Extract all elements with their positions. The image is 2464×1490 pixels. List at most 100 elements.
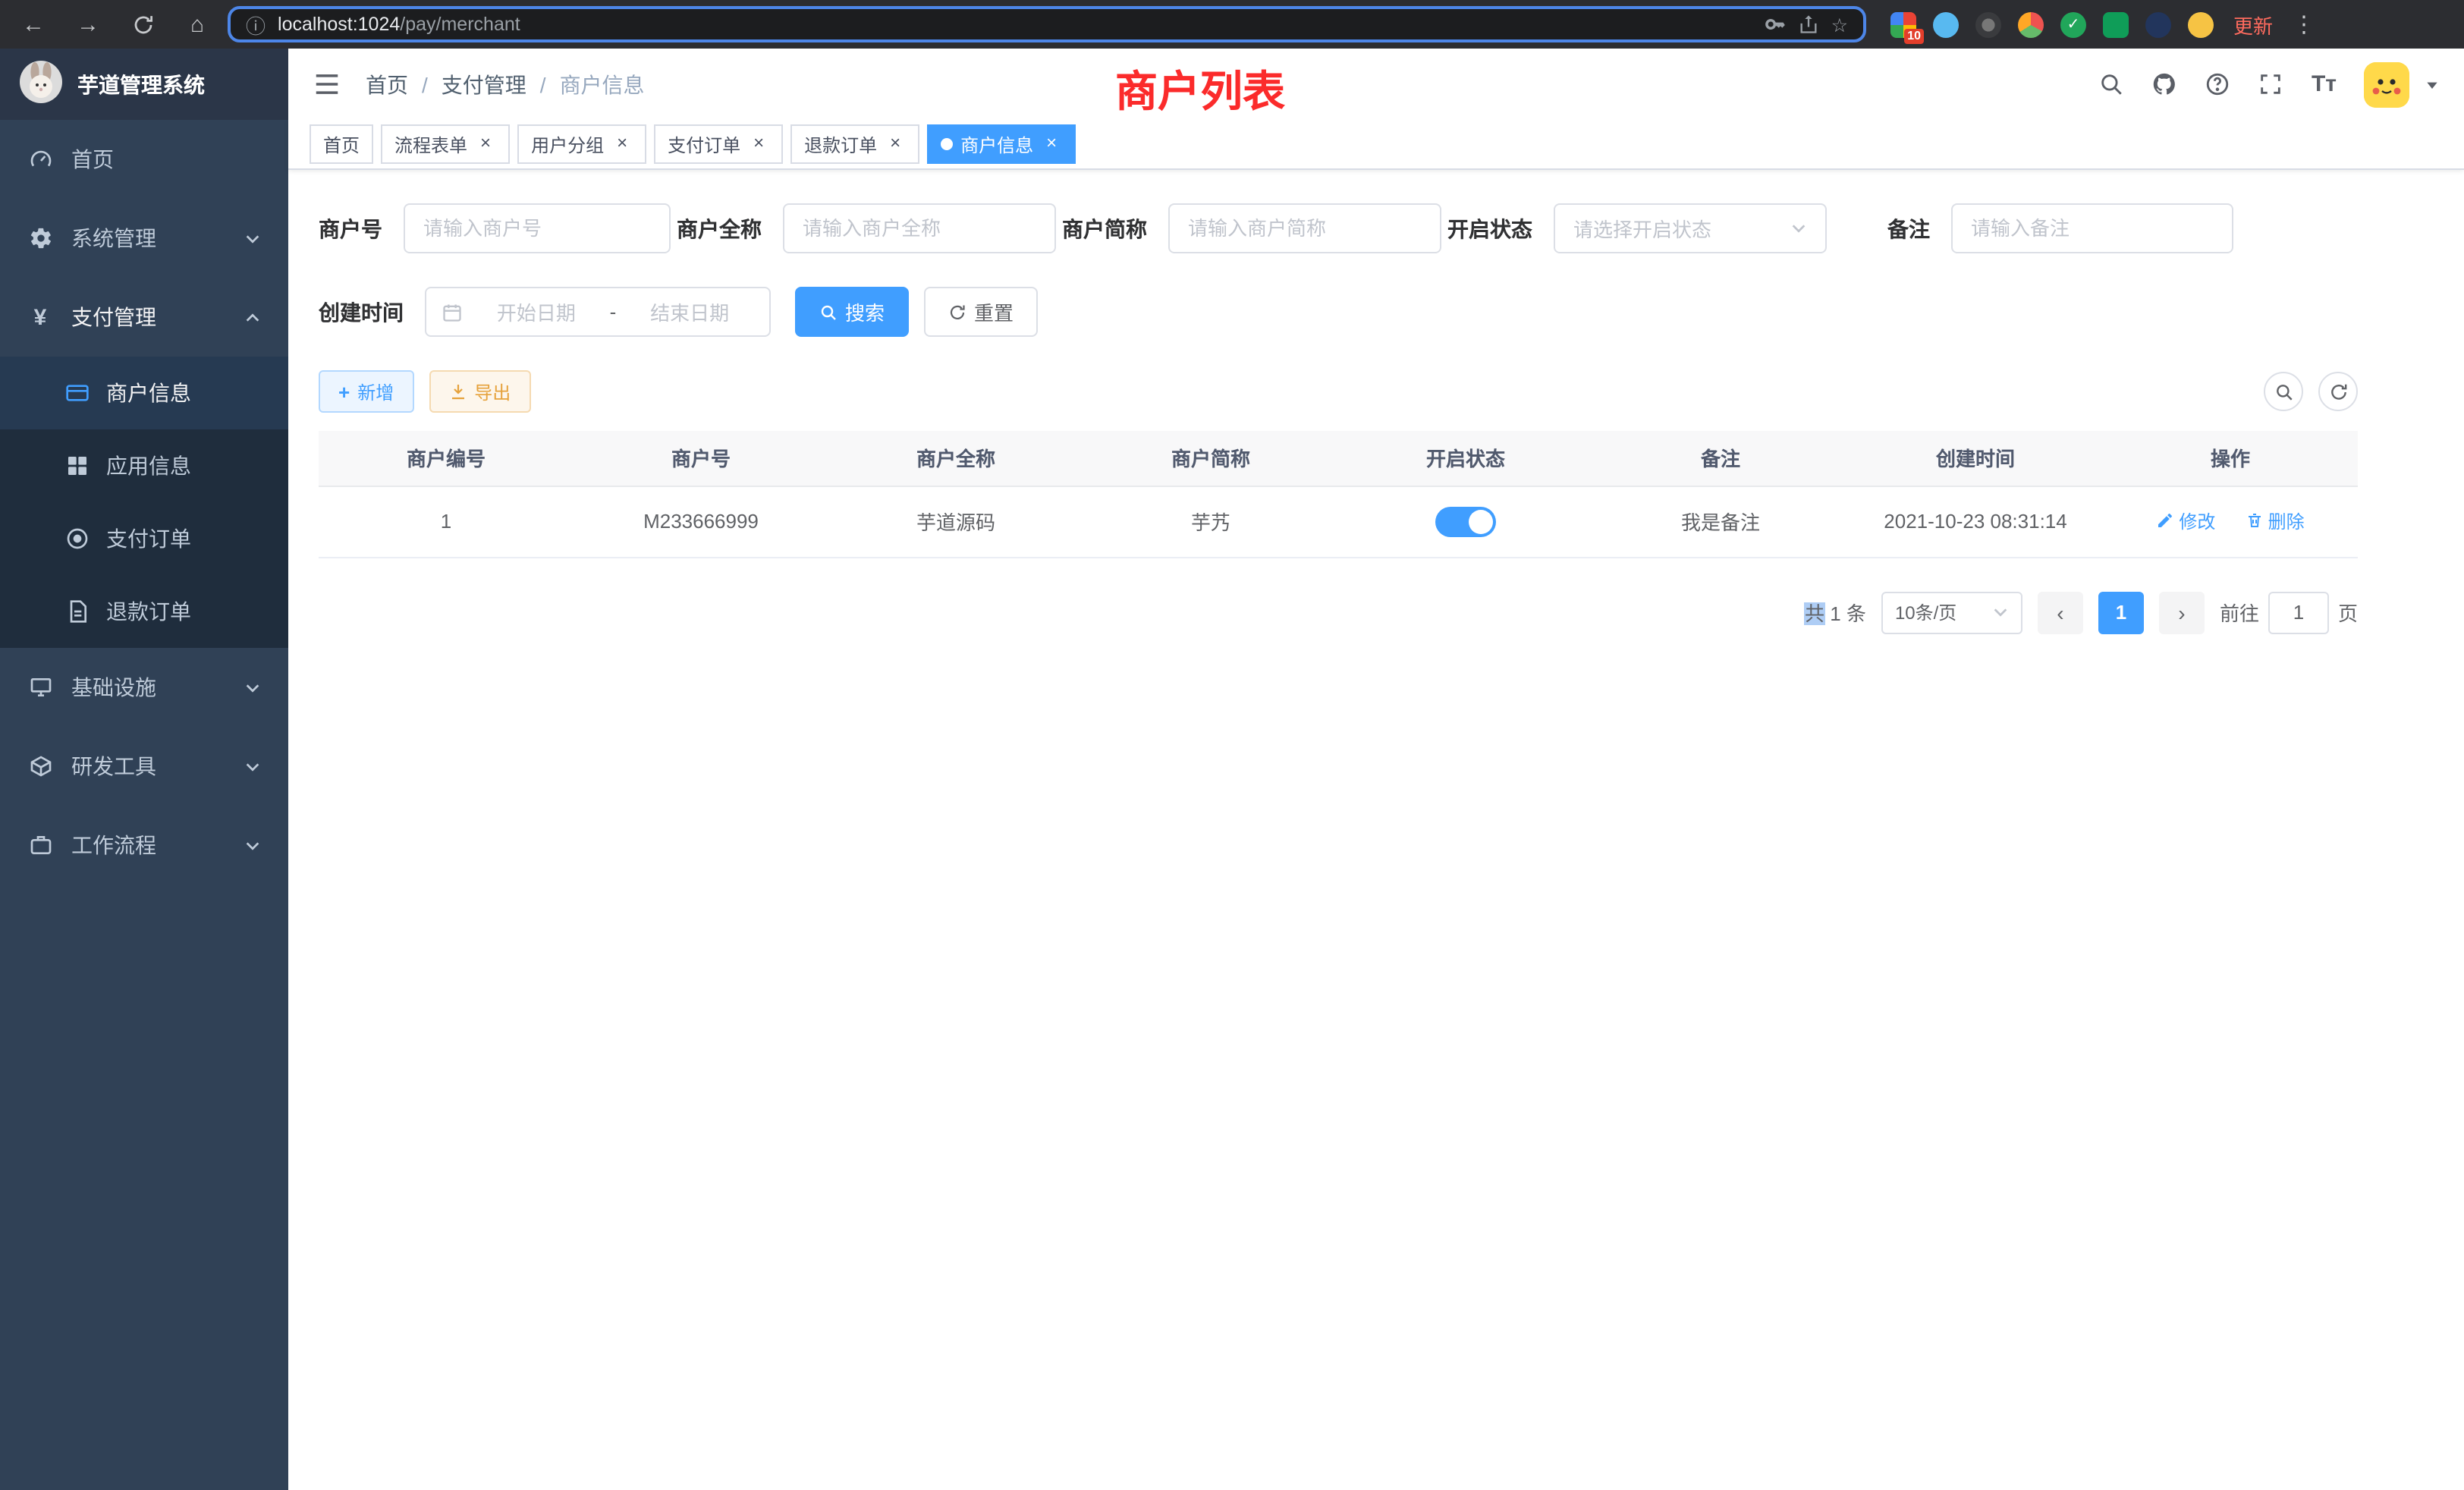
chevron-down-icon <box>1790 220 1807 237</box>
sidebar-item-app-info[interactable]: 应用信息 <box>0 429 288 502</box>
page-size-select[interactable]: 10条/页 <box>1881 591 2022 633</box>
sidebar-item-pay-order[interactable]: 支付订单 <box>0 502 288 575</box>
extension-icon[interactable] <box>2018 11 2044 37</box>
status-select-placeholder: 请选择开启状态 <box>1573 214 1711 243</box>
tab-pay-order[interactable]: 支付订单 × <box>654 124 783 164</box>
avatar-caret-icon[interactable] <box>2425 77 2440 92</box>
browser-update-button[interactable]: 更新 <box>2233 10 2273 39</box>
address-bar[interactable]: ⓘ localhost:1024/pay/merchant ☆ <box>228 6 1866 42</box>
extension-icon[interactable] <box>1975 11 2001 37</box>
edit-link[interactable]: 修改 <box>2156 508 2215 534</box>
tab-home[interactable]: 首页 <box>310 124 373 164</box>
short-name-input[interactable] <box>1188 217 1422 240</box>
goto-page-input[interactable] <box>2268 591 2329 633</box>
breadcrumb-item[interactable]: 首页 <box>366 69 408 99</box>
prev-page-button[interactable]: ‹ <box>2038 591 2083 633</box>
forward-icon[interactable]: → <box>73 9 103 39</box>
sidebar-item-workflow[interactable]: 工作流程 <box>0 806 288 885</box>
tab-merchant-info[interactable]: 商户信息 × <box>927 124 1076 164</box>
field-label: 创建时间 <box>319 297 404 327</box>
cell-short-name: 芋艿 <box>1083 486 1338 557</box>
full-name-input[interactable] <box>803 217 1036 240</box>
fullscreen-icon[interactable] <box>2258 71 2284 97</box>
extension-icon[interactable] <box>1933 11 1959 37</box>
url-host: localhost:1024 <box>278 14 400 35</box>
cell-full-name: 芋道源码 <box>828 486 1083 557</box>
next-page-button[interactable]: › <box>2159 591 2205 633</box>
status-select[interactable]: 请选择开启状态 <box>1554 203 1827 253</box>
filter-full-name: 商户全称 <box>677 203 1056 253</box>
font-size-icon[interactable]: Tт <box>2312 71 2337 97</box>
refresh-icon[interactable] <box>2318 372 2358 411</box>
sidebar-item-devtools[interactable]: 研发工具 <box>0 727 288 806</box>
date-range-picker[interactable]: 开始日期 - 结束日期 <box>425 287 771 337</box>
cell-merchant-no: M233666999 <box>574 486 828 557</box>
tab-process-form[interactable]: 流程表单 × <box>381 124 510 164</box>
page-button-1[interactable]: 1 <box>2098 591 2144 633</box>
site-info-icon[interactable]: ⓘ <box>246 10 266 39</box>
reset-button[interactable]: 重置 <box>924 287 1038 337</box>
short-name-input-wrap <box>1168 203 1441 253</box>
field-label: 备注 <box>1887 213 1930 244</box>
close-icon[interactable]: × <box>611 134 633 155</box>
cell-status <box>1338 486 1593 557</box>
search-button[interactable]: 搜索 <box>795 287 909 337</box>
field-label: 开启状态 <box>1447 213 1532 244</box>
home-icon[interactable]: ⌂ <box>182 9 212 39</box>
delete-link[interactable]: 删除 <box>2246 508 2305 534</box>
sidebar-logo[interactable]: 芋道管理系统 <box>0 49 288 120</box>
password-key-icon[interactable] <box>1765 14 1786 35</box>
cell-remark: 我是备注 <box>1593 486 1848 557</box>
dashboard-icon <box>27 147 53 171</box>
tab-dot <box>941 138 953 150</box>
extension-icon[interactable]: ✓ <box>2060 11 2086 37</box>
tab-user-group[interactable]: 用户分组 × <box>517 124 646 164</box>
back-icon[interactable]: ← <box>18 9 49 39</box>
status-toggle[interactable] <box>1435 506 1496 536</box>
search-icon[interactable] <box>2099 71 2125 97</box>
sidebar-item-home[interactable]: 首页 <box>0 120 288 199</box>
bookmark-star-icon[interactable]: ☆ <box>1831 13 1848 36</box>
browser-nav: ← → ⌂ <box>18 9 212 39</box>
remark-input[interactable] <box>1971 217 2214 240</box>
chevron-up-icon <box>244 309 261 325</box>
pagination: 共 1 条 10条/页 ‹ 1 › 前往 页 <box>319 591 2358 633</box>
date-end-placeholder: 结束日期 <box>625 297 754 326</box>
merchant-no-input[interactable] <box>423 217 651 240</box>
sidebar-item-payment[interactable]: ¥ 支付管理 <box>0 278 288 357</box>
profile-avatar[interactable] <box>2188 11 2214 37</box>
extension-icon[interactable] <box>2145 11 2171 37</box>
delete-link-label: 删除 <box>2268 508 2305 534</box>
tab-refund-order[interactable]: 退款订单 × <box>790 124 919 164</box>
show-search-icon[interactable] <box>2264 372 2303 411</box>
close-icon[interactable]: × <box>1041 134 1062 155</box>
user-avatar[interactable] <box>2364 61 2409 107</box>
browser-menu-icon[interactable]: ⋮ <box>2293 11 2315 38</box>
sidebar-item-refund-order[interactable]: 退款订单 <box>0 575 288 648</box>
sidebar-item-system[interactable]: 系统管理 <box>0 199 288 278</box>
briefcase-icon <box>27 833 53 857</box>
box-icon <box>27 754 53 778</box>
close-icon[interactable]: × <box>748 134 769 155</box>
share-icon[interactable] <box>1798 14 1819 35</box>
chevron-down-icon <box>244 758 261 775</box>
chevron-down-icon <box>1992 604 2009 621</box>
export-button[interactable]: 导出 <box>429 370 530 413</box>
add-button[interactable]: + 新增 <box>319 370 413 413</box>
table-toolbar: + 新增 导出 <box>319 370 2358 413</box>
sidebar-item-infra[interactable]: 基础设施 <box>0 648 288 727</box>
table-row: 1 M233666999 芋道源码 芋艿 我是备注 2021-10-23 08:… <box>319 486 2358 557</box>
reload-icon[interactable] <box>127 9 158 39</box>
close-icon[interactable]: × <box>885 134 906 155</box>
pagination-total-rest: 1 条 <box>1830 602 1866 625</box>
hamburger-icon[interactable] <box>313 70 341 99</box>
sidebar-item-merchant-info[interactable]: 商户信息 <box>0 357 288 429</box>
extension-icon[interactable] <box>2103 11 2129 37</box>
breadcrumb-item[interactable]: 支付管理 <box>442 69 526 99</box>
extension-icon[interactable]: 10 <box>1890 11 1916 37</box>
github-icon[interactable] <box>2152 71 2178 97</box>
close-icon[interactable]: × <box>475 134 496 155</box>
help-icon[interactable] <box>2205 71 2231 97</box>
page-annotation: 商户列表 <box>1115 59 1285 120</box>
column-header: 商户全称 <box>828 431 1083 486</box>
